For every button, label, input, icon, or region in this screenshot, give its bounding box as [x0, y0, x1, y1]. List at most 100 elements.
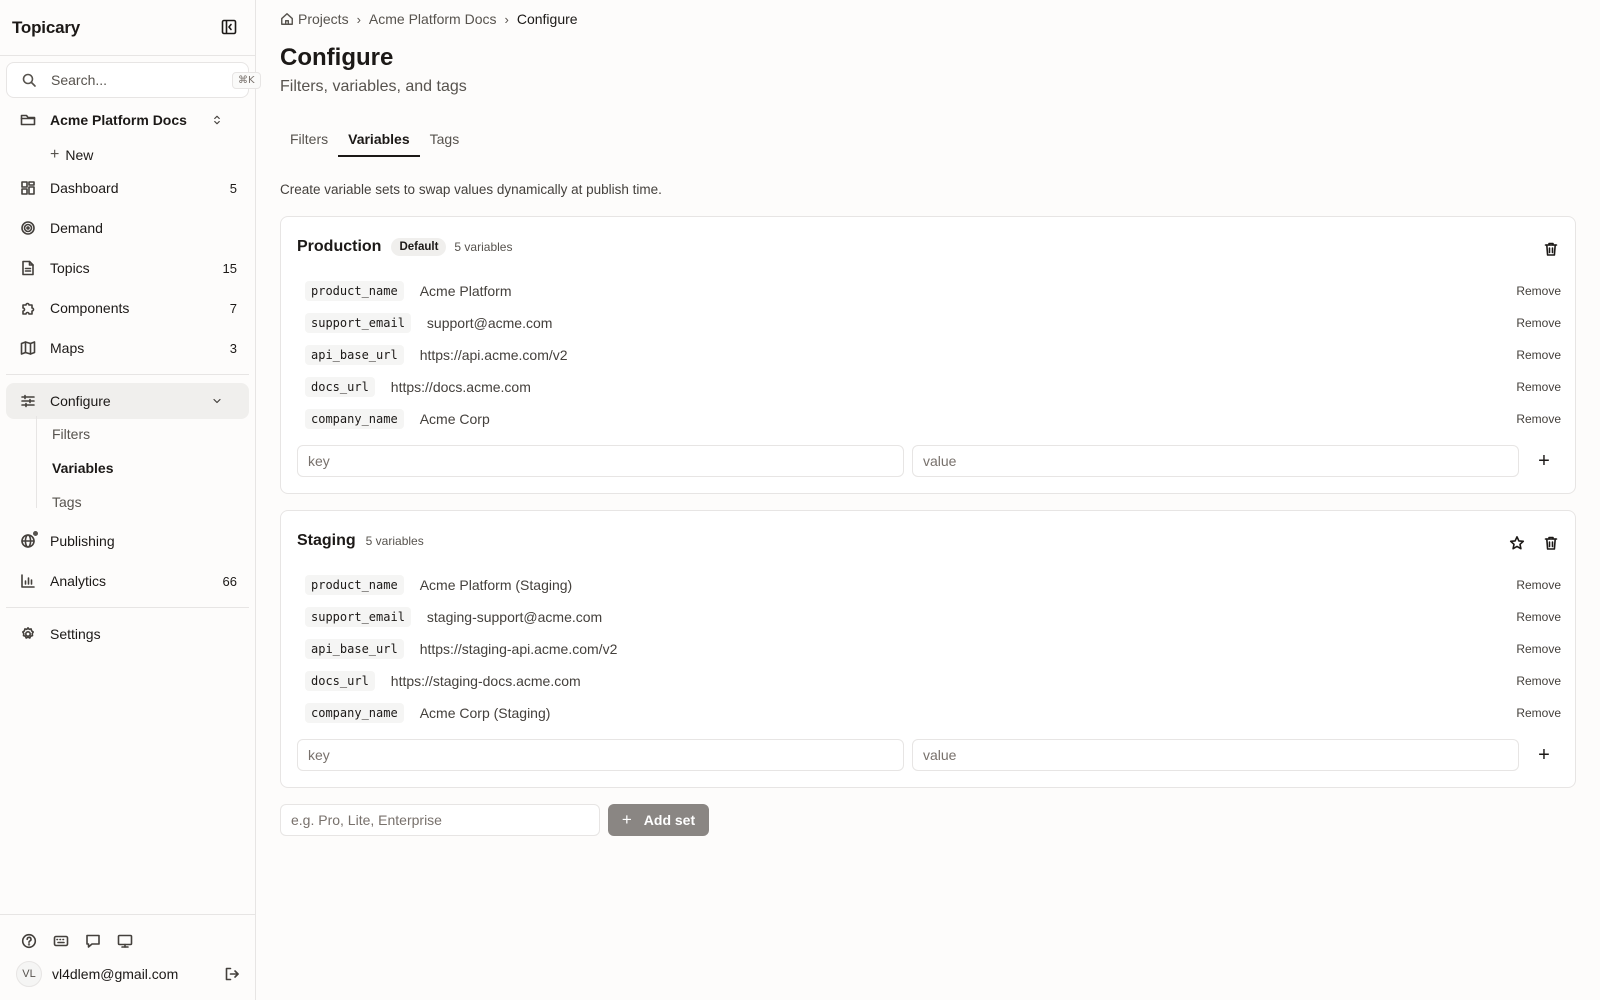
value-input[interactable] [912, 739, 1519, 771]
nav-analytics[interactable]: Analytics 66 [6, 563, 249, 599]
variable-row: company_name Acme Corp (Staging) Remove [305, 701, 1561, 725]
home-icon[interactable] [280, 12, 294, 26]
value-input[interactable] [912, 445, 1519, 477]
monitor-icon[interactable] [117, 933, 133, 949]
variable-count: 5 variables [365, 534, 424, 548]
project-switcher[interactable]: Acme Platform Docs [6, 102, 249, 138]
nav-publishing[interactable]: Publishing [6, 523, 249, 559]
remove-button[interactable]: Remove [1516, 316, 1561, 330]
remove-button[interactable]: Remove [1516, 412, 1561, 426]
sidebar-header: Topicary [0, 0, 255, 56]
plus-icon: + [50, 146, 60, 163]
set-name: Staging [297, 532, 356, 549]
variable-value: https://staging-api.acme.com/v2 [419, 641, 618, 657]
new-set-row: + Add set [280, 804, 709, 836]
card-actions [1543, 241, 1559, 257]
remove-button[interactable]: Remove [1516, 380, 1561, 394]
variable-value: Acme Platform (Staging) [419, 577, 573, 593]
avatar[interactable]: VL [16, 961, 42, 987]
variable-key: docs_url [305, 671, 375, 691]
logout-icon[interactable] [224, 966, 240, 982]
nav-label: Topics [50, 260, 90, 276]
variable-value: Acme Platform [419, 283, 512, 299]
collapse-sidebar-icon[interactable] [221, 19, 239, 37]
variable-count: 5 variables [454, 240, 513, 254]
trash-icon[interactable] [1543, 535, 1559, 551]
subnav-tags[interactable]: Tags [52, 494, 82, 510]
star-icon[interactable] [1509, 535, 1525, 551]
trash-icon[interactable] [1543, 241, 1559, 257]
remove-button[interactable]: Remove [1516, 706, 1561, 720]
variable-value: https://api.acme.com/v2 [419, 347, 568, 363]
sidebar-divider [6, 607, 249, 608]
add-set-button[interactable]: + Add set [608, 804, 709, 836]
variable-value: staging-support@acme.com [426, 609, 603, 625]
nav-configure[interactable]: Configure [6, 383, 249, 419]
variable-key: product_name [305, 575, 404, 595]
tab-tags[interactable]: Tags [420, 128, 470, 157]
brand-logo-text: Topicary [12, 17, 80, 37]
add-set-label: Add set [643, 812, 696, 828]
variable-key: company_name [305, 409, 404, 429]
puzzle-icon [20, 300, 36, 316]
new-label: New [65, 147, 94, 163]
bar-chart-icon [20, 573, 36, 589]
search-box[interactable]: ⌘K [6, 62, 261, 98]
new-set-name-input[interactable] [280, 804, 600, 836]
sidebar-footer: VL vl4dlem@gmail.com [0, 914, 256, 1000]
remove-button[interactable]: Remove [1516, 674, 1561, 688]
breadcrumb: Projects › Acme Platform Docs › Configur… [280, 10, 578, 28]
target-icon [20, 220, 36, 236]
nav-demand[interactable]: Demand [6, 210, 249, 246]
default-badge: Default [391, 238, 447, 256]
nav-dashboard[interactable]: Dashboard 5 [6, 170, 249, 206]
search-icon [21, 72, 37, 88]
user-email: vl4dlem@gmail.com [52, 966, 179, 982]
chevron-up-down-icon [211, 114, 223, 126]
message-icon[interactable] [85, 933, 101, 949]
breadcrumb-project[interactable]: Acme Platform Docs [369, 11, 497, 27]
search-input[interactable] [51, 72, 232, 88]
add-variable-plus-icon[interactable]: + [1529, 451, 1559, 471]
tab-filters[interactable]: Filters [280, 128, 338, 157]
help-icon[interactable] [21, 933, 37, 949]
nav-topics[interactable]: Topics 15 [6, 250, 249, 286]
variable-row: api_base_url https://api.acme.com/v2 Rem… [305, 343, 1561, 367]
nav-count: 66 [222, 573, 237, 589]
nav-label: Configure [50, 393, 111, 409]
breadcrumb-current: Configure [516, 11, 578, 27]
key-input[interactable] [297, 445, 904, 477]
tab-variables[interactable]: Variables [338, 128, 420, 157]
search-shortcut-badge: ⌘K [232, 71, 261, 89]
remove-button[interactable]: Remove [1516, 610, 1561, 624]
add-variable-row: + [297, 739, 1561, 771]
new-button[interactable]: + New [50, 144, 93, 166]
remove-button[interactable]: Remove [1516, 348, 1561, 362]
variable-value: https://docs.acme.com [390, 379, 531, 395]
map-icon [20, 340, 36, 356]
breadcrumb-projects[interactable]: Projects [298, 11, 349, 27]
variable-key: support_email [305, 607, 411, 627]
variable-key: company_name [305, 703, 404, 723]
nav-label: Components [50, 300, 130, 316]
nav-label: Publishing [50, 533, 115, 549]
subnav-filters[interactable]: Filters [52, 426, 90, 442]
key-input[interactable] [297, 739, 904, 771]
variable-value: https://staging-docs.acme.com [390, 673, 581, 689]
card-header: Production Default 5 variables [297, 237, 512, 257]
add-variable-plus-icon[interactable]: + [1529, 745, 1559, 765]
remove-button[interactable]: Remove [1516, 578, 1561, 592]
nav-settings[interactable]: Settings [6, 616, 249, 652]
remove-button[interactable]: Remove [1516, 284, 1561, 298]
nav-label: Dashboard [50, 180, 119, 196]
remove-button[interactable]: Remove [1516, 642, 1561, 656]
subnav-variables[interactable]: Variables [52, 460, 114, 476]
nav-components[interactable]: Components 7 [6, 290, 249, 326]
plus-icon: + [621, 810, 632, 829]
nav-maps[interactable]: Maps 3 [6, 330, 249, 366]
keyboard-icon[interactable] [53, 933, 69, 949]
variable-row: support_email staging-support@acme.com R… [305, 605, 1561, 629]
variable-row: product_name Acme Platform (Staging) Rem… [305, 573, 1561, 597]
footer-icon-row [21, 933, 133, 949]
variable-set-card: Production Default 5 variables product_n… [280, 216, 1576, 494]
